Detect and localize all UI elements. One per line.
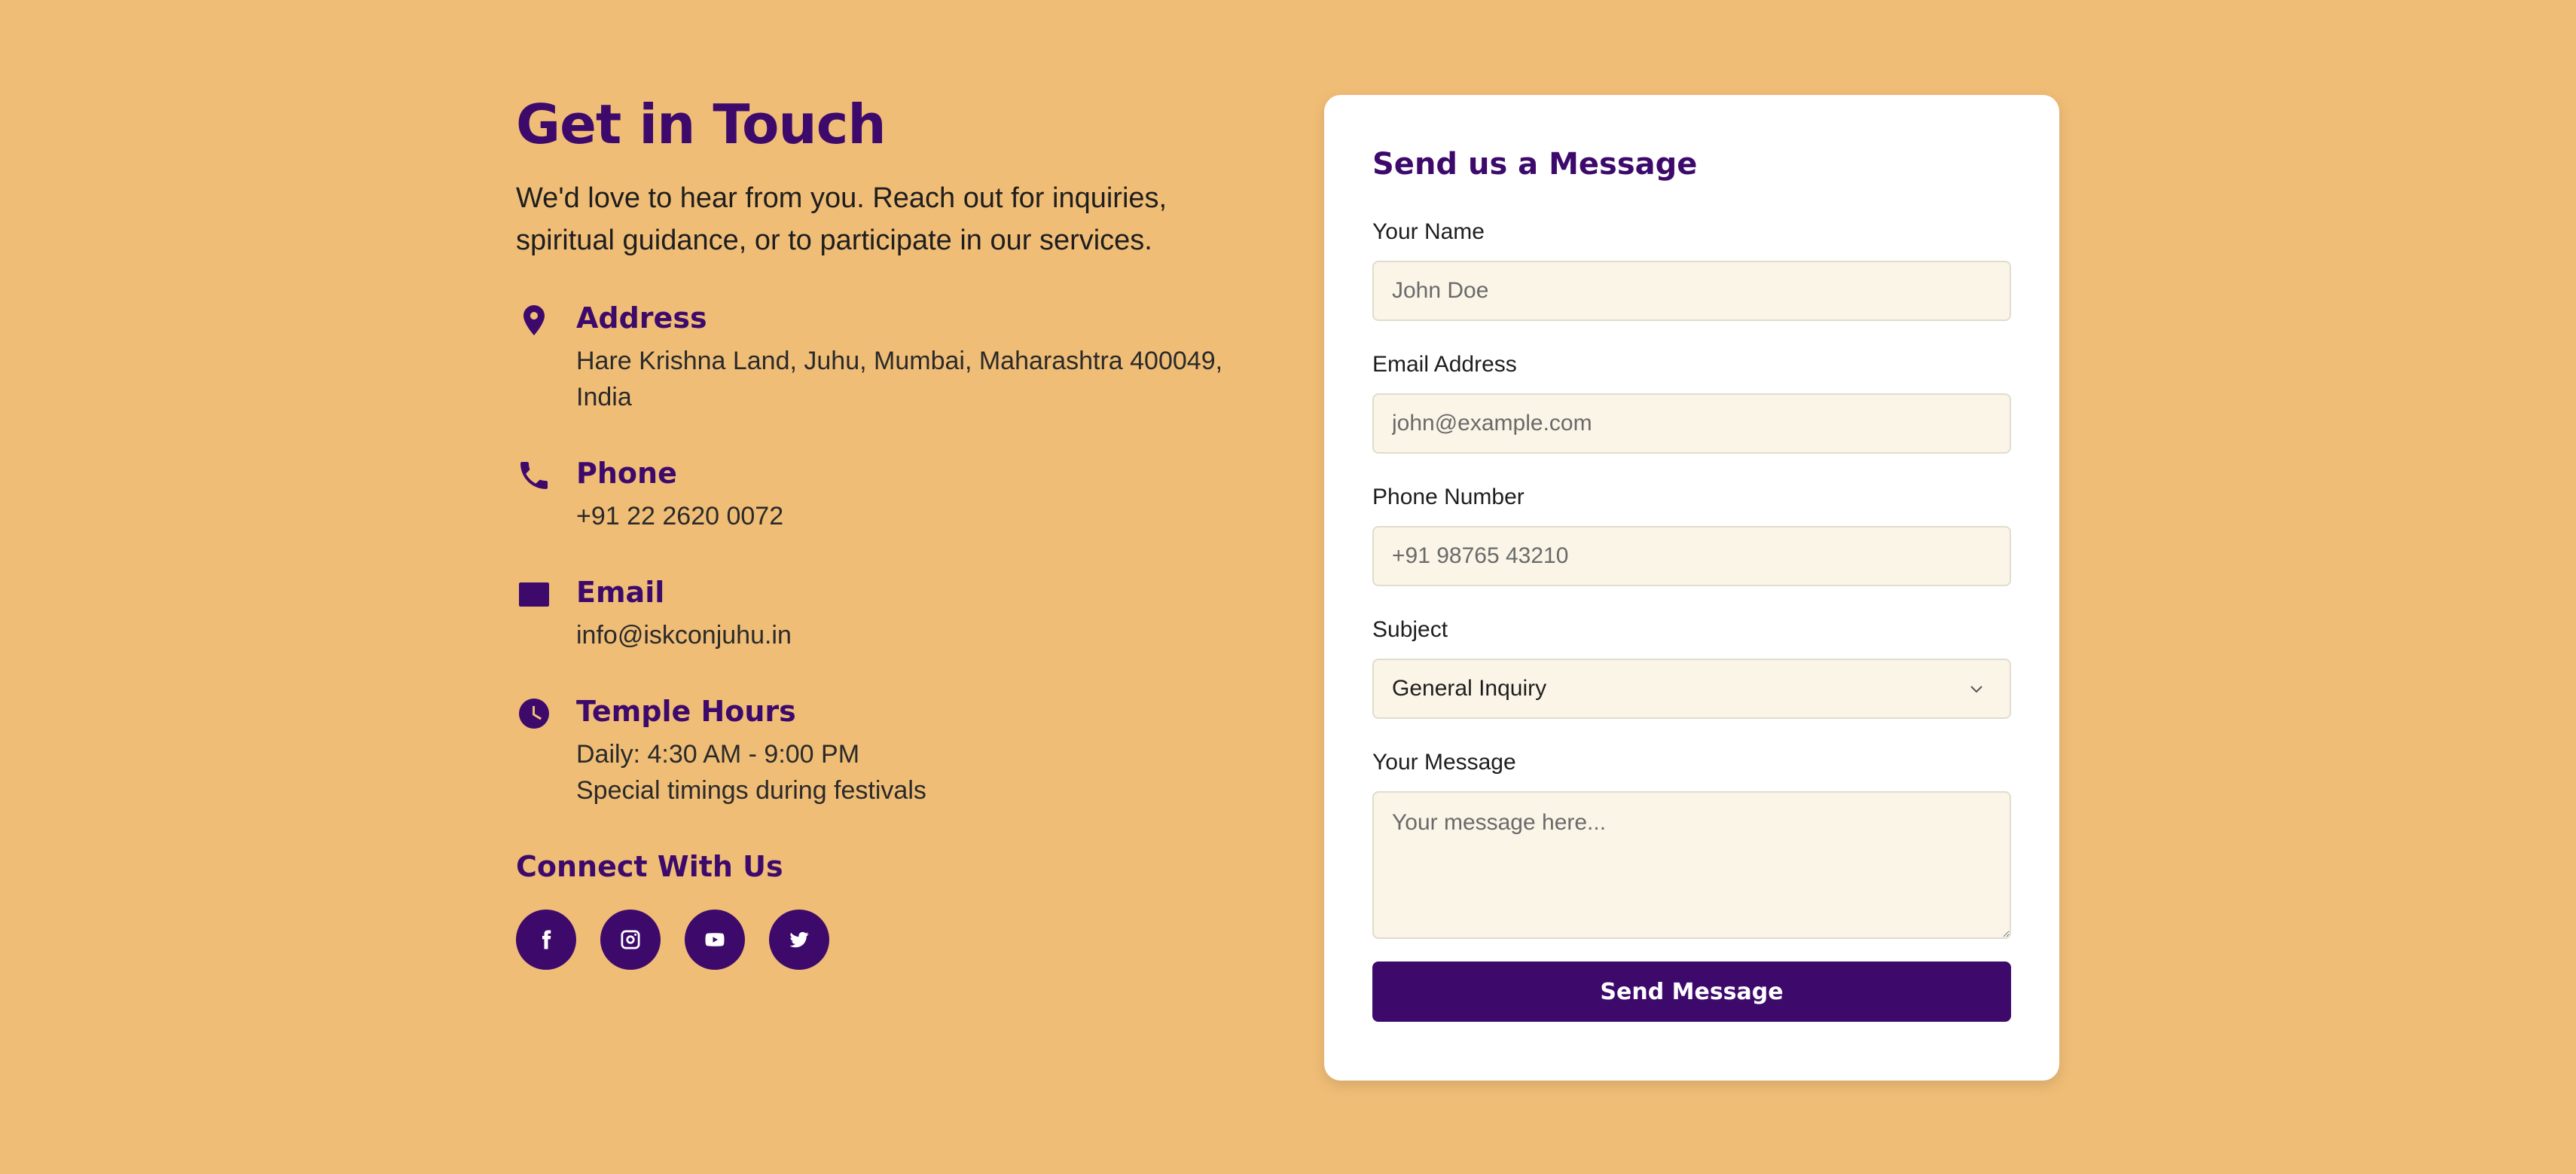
phone-field: Phone Number (1372, 482, 2011, 586)
message-form-card: Send us a Message Your Name Email Addres… (1324, 95, 2059, 1081)
email-item: Email info@iskconjuhu.in (516, 573, 1239, 653)
message-field: Your Message (1372, 748, 2011, 939)
address-text: Hare Krishna Land, Juhu, Mumbai, Maharas… (576, 347, 1223, 411)
instagram-link[interactable] (600, 910, 661, 970)
connect-heading: Connect With Us (516, 850, 783, 883)
send-message-button[interactable]: Send Message (1372, 962, 2011, 1022)
form-title: Send us a Message (1372, 147, 1698, 182)
address-heading: Address (576, 301, 707, 335)
instagram-icon (621, 930, 640, 949)
subject-label: Subject (1372, 617, 1448, 642)
page-title: Get in Touch (516, 93, 887, 156)
subject-select-wrap: General Inquiry (1372, 659, 2011, 719)
subject-select[interactable]: General Inquiry (1372, 659, 2011, 719)
contact-section: Get in Touch We'd love to hear from you.… (516, 0, 2060, 1174)
name-input[interactable] (1372, 261, 2011, 321)
youtube-link[interactable] (685, 910, 745, 970)
address-item: Address Hare Krishna Land, Juhu, Mumbai,… (516, 299, 1239, 415)
phone-icon (516, 457, 552, 494)
clock-icon (516, 696, 552, 732)
phone-item: Phone +91 22 2620 0072 (516, 454, 1239, 534)
phone-number[interactable]: +91 22 2620 0072 (576, 498, 1224, 534)
message-label: Your Message (1372, 750, 1516, 775)
email-label: Email Address (1372, 352, 1517, 377)
hours-festivals: Special timings during festivals (576, 776, 926, 805)
message-textarea[interactable] (1372, 791, 2011, 939)
email-address[interactable]: info@iskconjuhu.in (576, 617, 1224, 653)
hours-heading: Temple Hours (576, 695, 796, 728)
hours-daily: Daily: 4:30 AM - 9:00 PM (576, 740, 860, 769)
chevron-down-icon (1969, 681, 1984, 696)
email-heading: Email (576, 576, 665, 609)
email-field: Email Address (1372, 350, 2011, 454)
mail-icon (516, 576, 552, 613)
subject-selected-value: General Inquiry (1392, 676, 1547, 701)
contact-info-column: Get in Touch We'd love to hear from you.… (516, 87, 1239, 970)
email-input[interactable] (1372, 393, 2011, 454)
name-label: Your Name (1372, 219, 1485, 244)
hours-item: Temple Hours Daily: 4:30 AM - 9:00 PM Sp… (516, 692, 1239, 809)
twitter-icon (789, 931, 809, 948)
social-links (516, 910, 1239, 970)
contact-info-list: Address Hare Krishna Land, Juhu, Mumbai,… (516, 299, 1239, 809)
phone-heading: Phone (576, 457, 677, 490)
phone-label: Phone Number (1372, 485, 1525, 509)
facebook-icon (542, 930, 551, 949)
twitter-link[interactable] (769, 910, 829, 970)
subject-field: Subject General Inquiry (1372, 615, 2011, 719)
intro-text: We'd love to hear from you. Reach out fo… (516, 182, 1167, 256)
youtube-icon (705, 933, 725, 946)
facebook-link[interactable] (516, 910, 576, 970)
phone-input[interactable] (1372, 526, 2011, 586)
map-pin-icon (516, 302, 552, 338)
name-field: Your Name (1372, 217, 2011, 321)
